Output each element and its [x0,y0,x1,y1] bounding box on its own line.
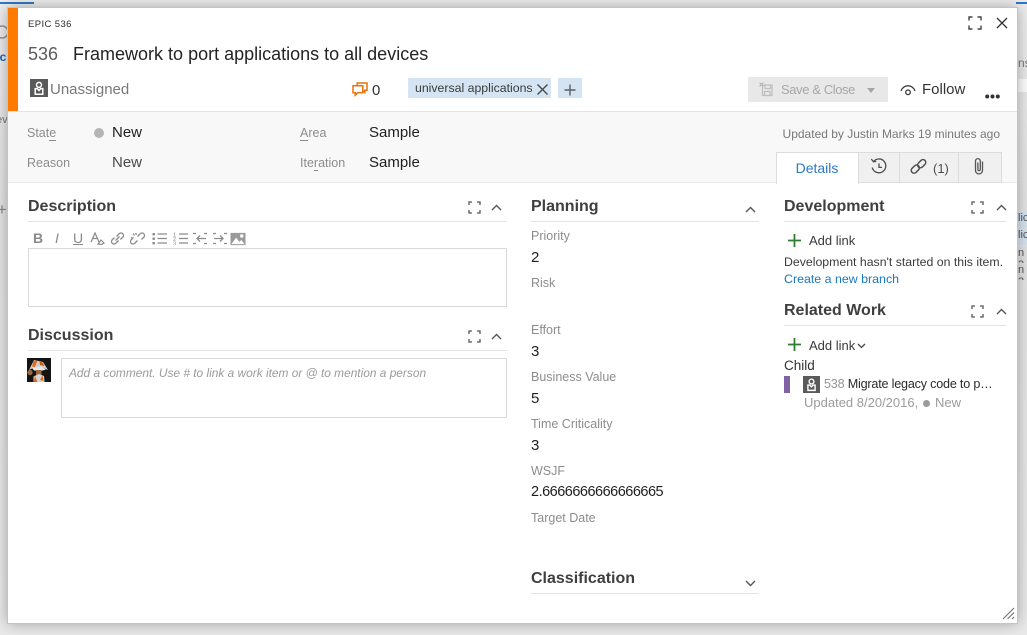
svg-text:3: 3 [173,241,176,245]
